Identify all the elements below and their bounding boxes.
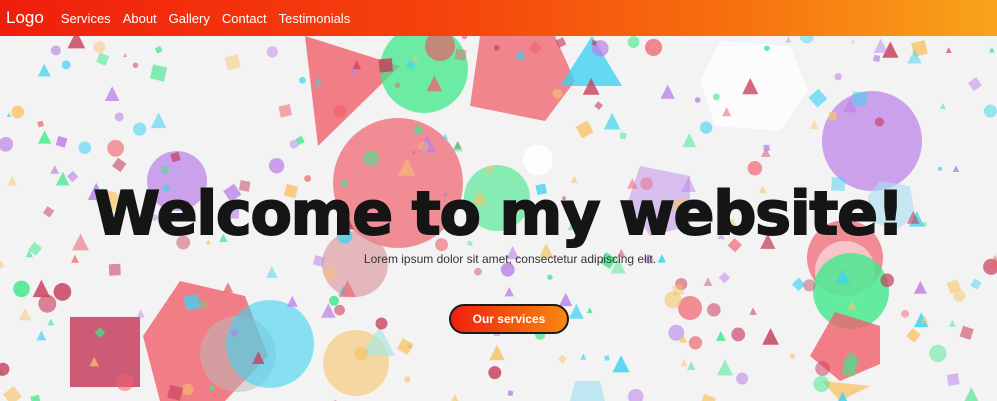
- nav-link-testimonials[interactable]: Testimonials: [279, 11, 351, 26]
- nav-link-contact[interactable]: Contact: [222, 11, 267, 26]
- nav-links: Services About Gallery Contact Testimoni…: [61, 11, 362, 26]
- hero-section: Welcome to my website! Lorem ipsum dolor…: [0, 36, 997, 401]
- hero-title: Welcome to my website!: [93, 178, 906, 250]
- logo[interactable]: Logo: [6, 8, 44, 28]
- nav-link-about[interactable]: About: [123, 11, 157, 26]
- nav-link-services[interactable]: Services: [61, 11, 111, 26]
- our-services-button[interactable]: Our services: [449, 304, 569, 334]
- navbar: Logo Services About Gallery Contact Test…: [0, 0, 997, 36]
- nav-link-gallery[interactable]: Gallery: [169, 11, 210, 26]
- hero-subtitle: Lorem ipsum dolor sit amet, consectetur …: [363, 252, 657, 266]
